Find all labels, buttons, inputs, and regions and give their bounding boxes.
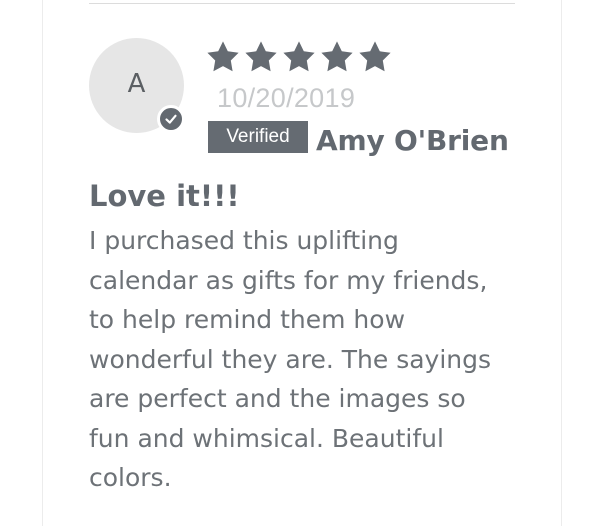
star-icon bbox=[321, 41, 353, 72]
verified-check-icon bbox=[157, 105, 185, 133]
star-rating bbox=[205, 39, 393, 75]
star-icon bbox=[245, 41, 277, 72]
review-card: A 10/20/2019 Verified Amy O'Brien Love i… bbox=[0, 0, 604, 526]
review-body-line: fun and whimsical. Beautiful bbox=[89, 423, 444, 453]
star-icon bbox=[207, 41, 239, 72]
review-body: I purchased this uplifting calendar as g… bbox=[89, 221, 539, 498]
review-date: 10/20/2019 bbox=[217, 83, 356, 113]
review-body-line: calendar as gifts for my friends, bbox=[89, 265, 488, 295]
avatar-initial: A bbox=[127, 69, 146, 99]
reviewer-name: Amy O'Brien bbox=[316, 124, 509, 157]
review-body-line: colors. bbox=[89, 463, 172, 492]
left-edge-line bbox=[42, 0, 43, 526]
review-title: Love it!!! bbox=[89, 179, 240, 213]
star-icon bbox=[283, 41, 315, 72]
review-body-line: I purchased this uplifting bbox=[89, 226, 399, 255]
top-divider bbox=[89, 3, 515, 4]
right-edge-line bbox=[561, 0, 562, 526]
review-body-line: are perfect and the images so bbox=[89, 384, 466, 413]
review-body-line: wonderful they are. The sayings bbox=[89, 344, 492, 374]
review-body-line: to help remind them how bbox=[89, 305, 406, 334]
verified-badge: Verified bbox=[208, 121, 308, 153]
star-icon bbox=[359, 41, 391, 72]
